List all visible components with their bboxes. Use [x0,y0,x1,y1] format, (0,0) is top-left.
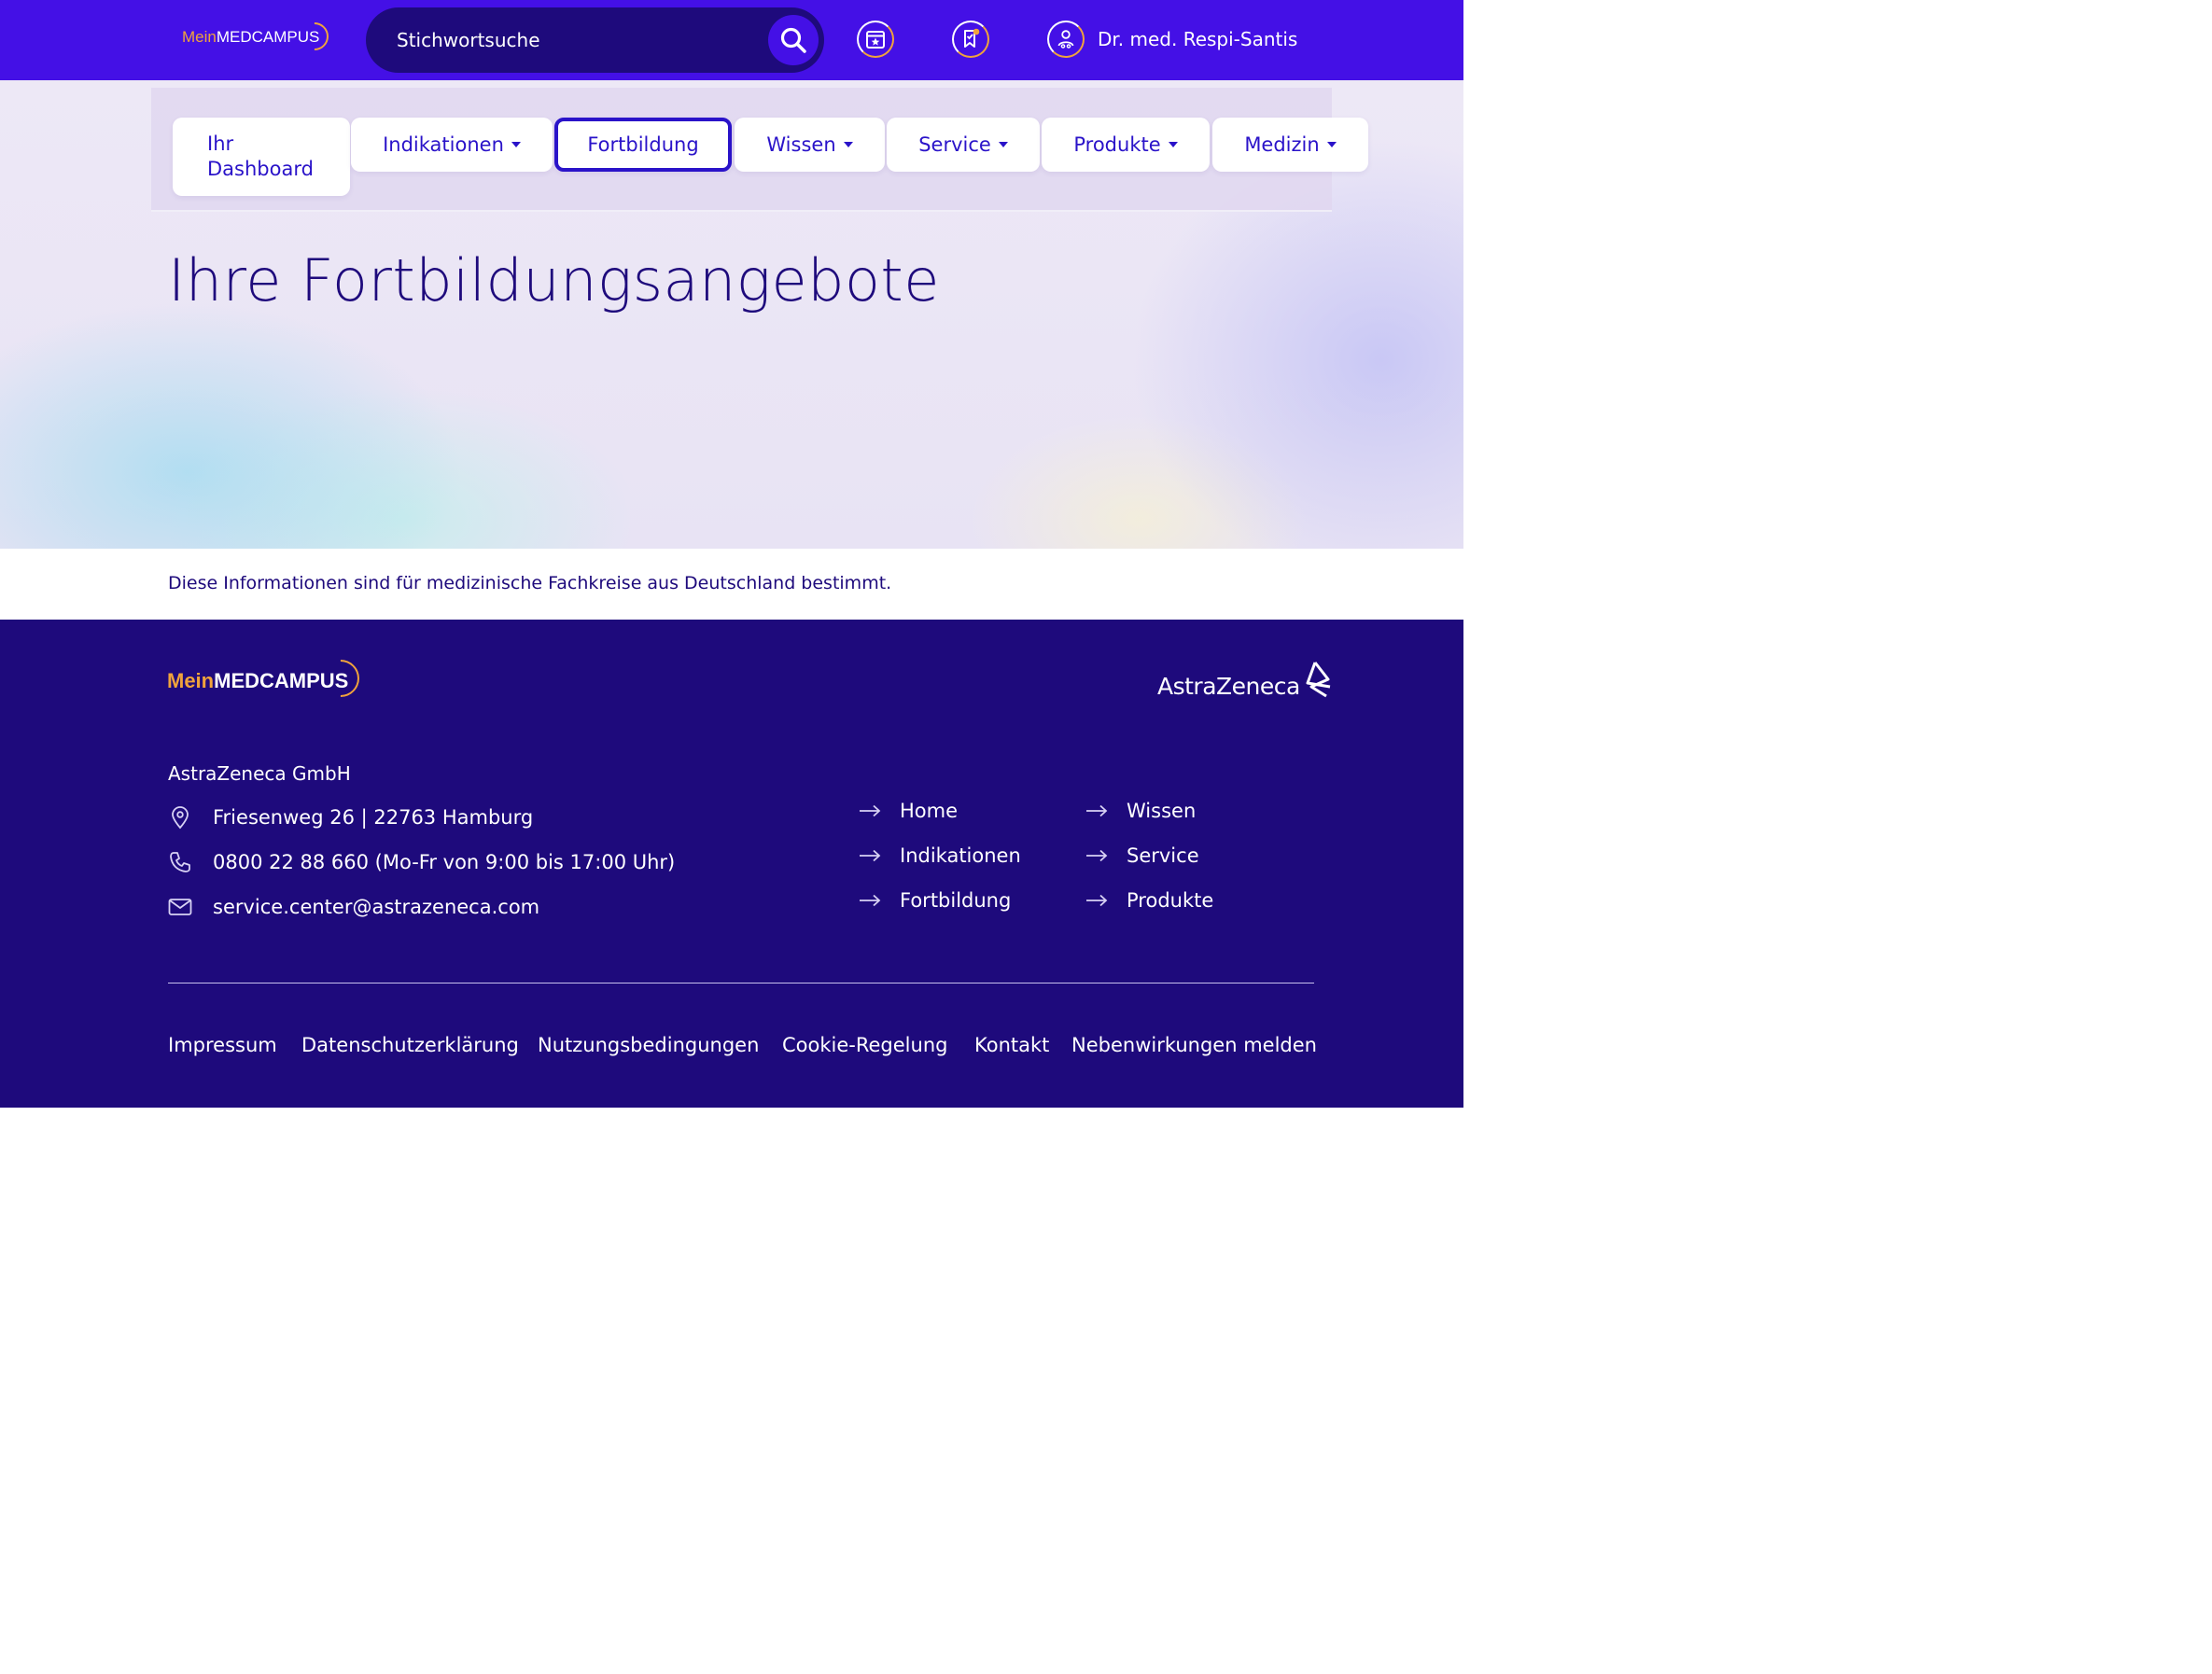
nav-item-label: Service [918,133,991,156]
contact-address: Friesenweg 26 | 22763 Hamburg [168,805,533,830]
legal-link-impressum[interactable]: Impressum [168,1034,277,1056]
astrazeneca-logo-text: AstraZeneca [1157,673,1300,700]
arrow-right-icon [1086,849,1108,862]
search-input[interactable] [397,26,761,54]
legal-link-nebenwirkungen[interactable]: Nebenwirkungen melden [1071,1034,1317,1056]
profile-button[interactable] [1047,19,1085,62]
top-header: Mein MEDCAMPUS Stichwortsuche Dr. med. R… [0,0,1463,80]
nav-item-label: Medizin [1244,133,1320,156]
footer-link-label: Indikationen [900,844,1021,867]
nav-item-label: Indikationen [383,133,504,156]
footer-link-produkte[interactable]: Produkte [1085,889,1213,912]
nav-item-produkte[interactable]: Produkte [1042,118,1210,172]
bookmark-notification-icon [964,28,980,48]
footer: Mein MEDCAMPUS AstraZeneca AstraZeneca Gm… [0,620,1463,1108]
contact-phone[interactable]: 0800 22 88 660 (Mo-Fr von 9:00 bis 17:00… [168,850,675,874]
mail-icon [168,895,192,919]
caret-down-icon [511,142,521,147]
meinmedcampus-logo[interactable]: Mein MEDCAMPUS [182,16,335,57]
calendar-button[interactable] [857,19,894,62]
footer-link-label: Produkte [1127,889,1214,912]
legal-link-nutzungsbedingungen[interactable]: Nutzungsbedingungen [538,1034,759,1056]
nav-item-medizin[interactable]: Medizin [1212,118,1368,172]
footer-link-wissen[interactable]: Wissen [1085,800,1196,822]
footer-link-service[interactable]: Service [1085,844,1199,867]
arrow-right-icon [1086,894,1108,907]
phone-icon [168,850,192,874]
phone-text: 0800 22 88 660 (Mo-Fr von 9:00 bis 17:00… [213,851,676,873]
footer-link-label: Wissen [1127,800,1197,822]
footer-link-indikationen[interactable]: Indikationen [859,844,1021,867]
bookmarks-button[interactable] [952,19,989,62]
footer-link-home[interactable]: Home [859,800,958,822]
email-link[interactable]: service.center@astrazeneca.com [213,896,539,918]
hero-section: Ihr Dashboard Indikationen Fortbildung W… [0,80,1463,549]
legal-link-datenschutz[interactable]: Datenschutzerklärung [301,1034,519,1056]
caret-down-icon [1168,142,1178,147]
caret-down-icon [998,142,1008,147]
nav-item-wissen[interactable]: Wissen [735,118,885,172]
nav-item-service[interactable]: Service [887,118,1040,172]
astrazeneca-symbol-icon [1306,662,1331,698]
astrazeneca-logo[interactable]: AstraZeneca [1157,659,1334,700]
logo-arc [315,651,368,705]
page-title: Ihre Fortbildungsangebote [168,246,940,314]
address-text: Friesenweg 26 | 22763 Hamburg [213,806,534,829]
user-name[interactable]: Dr. med. Respi-Santis [1098,28,1297,50]
legal-link-kontakt[interactable]: Kontakt [974,1034,1049,1056]
nav-item-dashboard[interactable]: Ihr Dashboard [173,118,350,196]
arrow-right-icon [860,804,881,817]
nav-item-label: Ihr Dashboard [207,133,314,180]
legal-link-cookie-regelung[interactable]: Cookie-Regelung [782,1034,947,1056]
footer-link-fortbildung[interactable]: Fortbildung [859,889,1011,912]
logo-mein-text: Mein [167,669,215,692]
footer-meinmedcampus-logo[interactable]: Mein MEDCAMPUS [167,651,368,705]
search-bar [366,7,824,73]
user-profile-icon [1057,30,1074,49]
caret-down-icon [1326,142,1337,147]
nav-item-label: Wissen [766,133,836,156]
logo-arc [295,16,335,57]
company-name: AstraZeneca GmbH [168,762,351,785]
arrow-right-icon [1086,804,1108,817]
disclaimer-text: Diese Informationen sind für medizinisch… [168,573,892,593]
nav-item-label: Produkte [1073,133,1161,156]
caret-down-icon [843,142,853,147]
search-icon [780,27,806,53]
search-button[interactable] [768,15,819,65]
footer-link-label: Service [1127,844,1199,867]
footer-link-label: Fortbildung [900,889,1012,912]
arrow-right-icon [860,894,881,907]
location-pin-icon [168,805,192,830]
arrow-right-icon [860,849,881,862]
logo-mein-text: Mein [182,28,217,46]
main-navigation: Ihr Dashboard Indikationen Fortbildung W… [151,88,1368,212]
nav-item-indikationen[interactable]: Indikationen [351,118,553,172]
nav-item-label: Fortbildung [587,133,699,156]
footer-link-label: Home [900,800,959,822]
calendar-star-icon [866,31,885,49]
contact-email[interactable]: service.center@astrazeneca.com [168,895,539,919]
nav-item-fortbildung[interactable]: Fortbildung [554,118,732,172]
